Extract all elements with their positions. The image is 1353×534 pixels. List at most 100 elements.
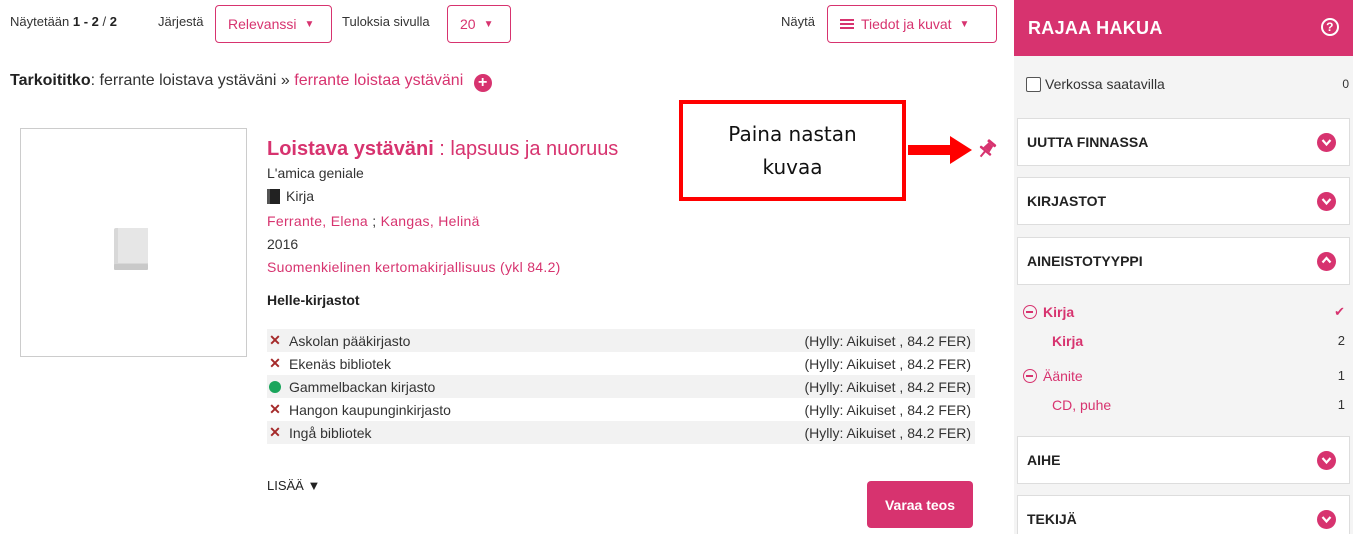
online-label: Verkossa saatavilla — [1045, 76, 1165, 92]
show-more-link[interactable]: LISÄÄ ▼ — [267, 478, 320, 493]
holding-location: (Hylly: Aikuiset , 84.2 FER) — [804, 378, 972, 395]
online-count: 0 — [1342, 77, 1349, 91]
holding-location: (Hylly: Aikuiset , 84.2 FER) — [804, 332, 972, 349]
sidebar-header: RAJAA HAKUA ? — [1014, 0, 1353, 56]
facet-value-count: 1 — [1337, 368, 1345, 383]
filter-sidebar: RAJAA HAKUA ? Verkossa saatavilla 0 UUTT… — [1014, 0, 1353, 534]
author-link[interactable]: Kangas, Helinä — [381, 213, 480, 229]
chevron-down-icon — [1317, 192, 1336, 211]
facet-value-label: CD, puhe — [1052, 397, 1112, 413]
facet-label: TEKIJÄ — [1027, 511, 1077, 527]
holding-library: Ekenäs bibliotek — [289, 355, 391, 372]
book-icon — [267, 188, 280, 204]
annotation-arrow-icon — [908, 136, 972, 164]
holding-row[interactable]: ✕ Hangon kaupunginkirjasto (Hylly: Aikui… — [267, 398, 975, 421]
online-checkbox[interactable] — [1026, 76, 1041, 92]
facet-kirjastot[interactable]: KIRJASTOT — [1017, 177, 1350, 225]
sort-select[interactable]: Relevanssi ▼ — [215, 5, 332, 43]
holding-library: Hangon kaupunginkirjasto — [289, 401, 451, 418]
holding-library: Ingå bibliotek — [289, 424, 372, 441]
caret-down-icon: ▼ — [483, 18, 494, 30]
unavailable-icon: ✕ — [269, 401, 281, 417]
record-authors: Ferrante, Elena ; Kangas, Helinä — [267, 213, 480, 229]
holding-library: Askolan pääkirjasto — [289, 332, 411, 349]
facet-value-kirja[interactable]: Kirja 2 — [1023, 333, 1345, 349]
check-icon: ✔ — [1334, 304, 1345, 319]
facet-label: UUTTA FINNASSA — [1027, 134, 1149, 150]
results-toolbar: Näytetään 1 - 2 / 2 Järjestä Relevanssi … — [0, 0, 1000, 46]
unavailable-icon: ✕ — [269, 332, 281, 348]
chevron-down-icon — [1317, 451, 1336, 470]
minus-circle-icon — [1023, 305, 1037, 319]
holding-library: Gammelbackan kirjasto — [289, 378, 436, 395]
holding-row[interactable]: ✕ Ingå bibliotek (Hylly: Aikuiset , 84.2… — [267, 421, 975, 444]
record-format: Kirja — [267, 188, 314, 204]
plus-circle-icon[interactable]: + — [473, 74, 492, 92]
record-thumbnail[interactable] — [20, 128, 247, 357]
facet-label: AIHE — [1027, 452, 1061, 468]
pin-icon[interactable] — [976, 138, 998, 160]
holding-location: (Hylly: Aikuiset , 84.2 FER) — [804, 355, 972, 372]
annotation-line-2: kuvaa — [762, 154, 823, 179]
annotation-line-1: Paina nastan — [728, 121, 857, 146]
original-title: L'amica geniale — [267, 165, 364, 181]
record-title-sub: : lapsuus ja nuoruus — [433, 138, 619, 160]
sort-label: Järjestä — [158, 14, 204, 29]
per-page-value: 20 — [460, 16, 476, 32]
facet-aihe[interactable]: AIHE — [1017, 436, 1350, 484]
facet-value-label: Äänite — [1043, 368, 1083, 384]
record-title-link[interactable]: Loistava ystäväni : lapsuus ja nuoruus — [267, 138, 618, 161]
format-label: Kirja — [286, 188, 315, 204]
facet-value-count: 1 — [1337, 397, 1345, 412]
unavailable-icon: ✕ — [269, 424, 281, 440]
view-value: Tiedot ja kuvat — [861, 16, 952, 32]
caret-down-icon: ▼ — [304, 18, 315, 30]
per-page-label: Tuloksia sivulla — [342, 14, 430, 29]
facet-value-label: Kirja — [1043, 304, 1075, 320]
per-page-select[interactable]: 20 ▼ — [447, 5, 511, 43]
holding-location: (Hylly: Aikuiset , 84.2 FER) — [804, 424, 972, 441]
list-icon — [840, 18, 854, 30]
facet-value-kirja-selected[interactable]: Kirja ✔ — [1023, 304, 1345, 320]
unavailable-icon: ✕ — [269, 355, 281, 371]
view-select[interactable]: Tiedot ja kuvat ▼ — [827, 5, 997, 43]
holdings-list: ✕ Askolan pääkirjasto (Hylly: Aikuiset ,… — [267, 329, 975, 444]
sort-value: Relevanssi — [228, 16, 297, 32]
facet-value-aanite[interactable]: Äänite 1 — [1023, 368, 1345, 384]
help-icon[interactable]: ? — [1321, 18, 1339, 36]
facet-aineistotyyppi[interactable]: AINEISTOTYYPPI — [1017, 237, 1350, 285]
holding-location: (Hylly: Aikuiset , 84.2 FER) — [804, 401, 972, 418]
facet-value-label: Kirja — [1052, 333, 1084, 349]
record-year: 2016 — [267, 236, 299, 252]
reserve-button[interactable]: Varaa teos — [867, 481, 973, 528]
holding-row[interactable]: Gammelbackan kirjasto (Hylly: Aikuiset ,… — [267, 375, 975, 398]
minus-circle-icon — [1023, 369, 1037, 383]
holding-row[interactable]: ✕ Ekenäs bibliotek (Hylly: Aikuiset , 84… — [267, 352, 975, 375]
suggested-query-link[interactable]: ferrante loistaa ystäväni — [294, 72, 463, 89]
facet-tekija[interactable]: TEKIJÄ — [1017, 495, 1350, 534]
chevron-down-icon — [1317, 133, 1336, 152]
facet-value-cd-puhe[interactable]: CD, puhe 1 — [1023, 397, 1345, 413]
available-dot-icon — [269, 380, 281, 393]
subject-link[interactable]: Suomenkielinen kertomakirjallisuus (ykl … — [267, 259, 561, 275]
annotation-callout: Paina nastan kuvaa — [679, 100, 906, 201]
facet-label: KIRJASTOT — [1027, 193, 1107, 209]
holding-row[interactable]: ✕ Askolan pääkirjasto (Hylly: Aikuiset ,… — [267, 329, 975, 352]
results-count: Näytetään 1 - 2 / 2 — [10, 14, 118, 29]
facet-uutta-finnassa[interactable]: UUTTA FINNASSA — [1017, 118, 1350, 166]
record-title-main: Loistava ystäväni — [267, 138, 434, 160]
book-placeholder-icon — [114, 228, 148, 270]
facet-value-count: 2 — [1337, 333, 1345, 348]
chevron-up-icon — [1317, 252, 1336, 271]
sidebar-title: RAJAA HAKUA — [1028, 17, 1163, 38]
organisation-name: Helle-kirjastot — [267, 292, 360, 308]
chevron-down-icon — [1317, 510, 1336, 529]
author-separator: ; — [368, 213, 381, 229]
caret-down-icon: ▼ — [959, 18, 970, 30]
view-label: Näytä — [781, 14, 815, 29]
author-link[interactable]: Ferrante, Elena — [267, 213, 368, 229]
original-query: : ferrante loistava ystäväni » — [90, 72, 290, 89]
facet-label: AINEISTOTYYPPI — [1027, 253, 1143, 269]
did-you-mean: Tarkoititko: ferrante loistava ystäväni … — [10, 72, 492, 92]
online-filter[interactable]: Verkossa saatavilla 0 — [1026, 76, 1349, 92]
